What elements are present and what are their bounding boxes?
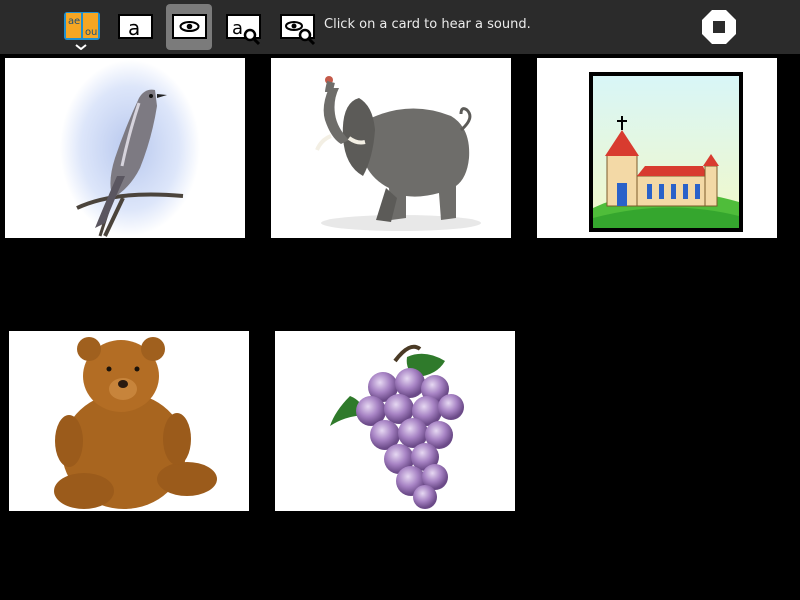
letter-glyph: a (128, 16, 140, 40)
svg-text:u: u (91, 27, 97, 38)
elephant-image (315, 76, 481, 231)
grapes-image (330, 344, 464, 509)
stop-button[interactable] (700, 8, 738, 46)
card-bird[interactable] (5, 58, 245, 238)
stop-icon (702, 10, 736, 44)
letter-mode-button[interactable]: a (112, 4, 158, 50)
picture-search-button[interactable] (274, 4, 320, 50)
toolbar: a e o u a a Click on a card to hear a so… (0, 0, 800, 54)
letter-search-button[interactable]: a (220, 4, 266, 50)
card-church[interactable] (537, 58, 777, 238)
teddy-bear-image (54, 337, 217, 509)
church-image (589, 72, 743, 232)
card-elephant[interactable] (271, 58, 511, 238)
activity-button[interactable]: a e o u (58, 4, 104, 50)
eye-icon (172, 14, 207, 39)
eye-search-icon (280, 14, 316, 46)
book-icon: a e o u (64, 12, 100, 50)
card-grapes[interactable] (275, 331, 515, 511)
svg-text:e: e (74, 16, 80, 27)
letter-search-icon: a (226, 14, 261, 46)
card-teddy-bear[interactable] (9, 331, 249, 511)
picture-mode-button[interactable] (166, 4, 212, 50)
bird-image (60, 60, 200, 237)
letter-glyph: a (232, 18, 243, 39)
status-message: Click on a card to hear a sound. (324, 17, 531, 32)
letter-icon: a (118, 14, 153, 40)
